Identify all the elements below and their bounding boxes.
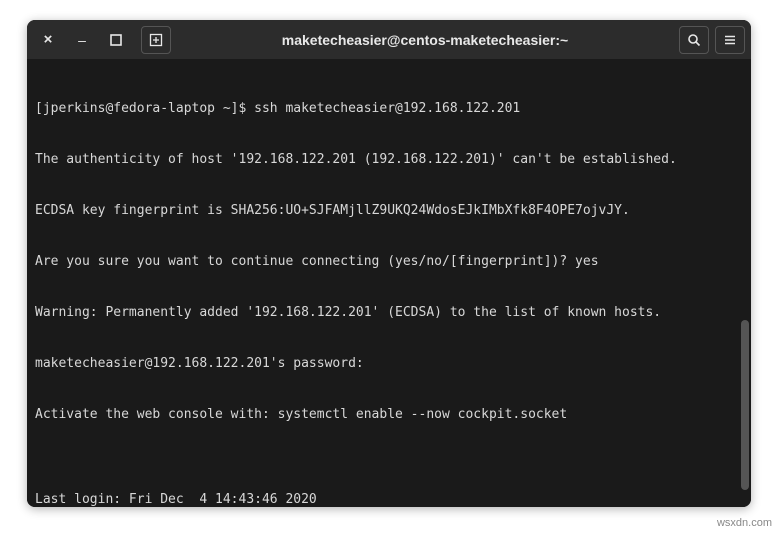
terminal-output[interactable]: [jperkins@fedora-laptop ~]$ ssh maketech…	[27, 60, 751, 507]
terminal-line: ECDSA key fingerprint is SHA256:UO+SJFAM…	[35, 202, 743, 219]
maximize-icon	[109, 33, 123, 47]
search-button[interactable]	[679, 26, 709, 54]
terminal-line: Are you sure you want to continue connec…	[35, 253, 743, 270]
maximize-button[interactable]	[101, 25, 131, 55]
terminal-line: [jperkins@fedora-laptop ~]$ ssh maketech…	[35, 100, 743, 117]
terminal-line: Activate the web console with: systemctl…	[35, 406, 743, 423]
terminal-line: maketecheasier@192.168.122.201's passwor…	[35, 355, 743, 372]
terminal-line: Last login: Fri Dec 4 14:43:46 2020	[35, 491, 743, 507]
terminal-line: The authenticity of host '192.168.122.20…	[35, 151, 743, 168]
menu-button[interactable]	[715, 26, 745, 54]
window-title: maketecheasier@centos-maketecheasier:~	[175, 32, 675, 48]
minimize-button[interactable]: –	[67, 25, 97, 55]
terminal-window: × – maketecheasier@centos-maketecheasier…	[27, 20, 751, 507]
search-icon	[687, 33, 701, 47]
new-tab-button[interactable]	[141, 26, 171, 54]
watermark: wsxdn.com	[717, 517, 772, 529]
hamburger-icon	[723, 33, 737, 47]
titlebar: × – maketecheasier@centos-maketecheasier…	[27, 20, 751, 60]
close-button[interactable]: ×	[33, 25, 63, 55]
titlebar-right	[679, 26, 745, 54]
new-tab-icon	[149, 33, 163, 47]
terminal-line: Warning: Permanently added '192.168.122.…	[35, 304, 743, 321]
